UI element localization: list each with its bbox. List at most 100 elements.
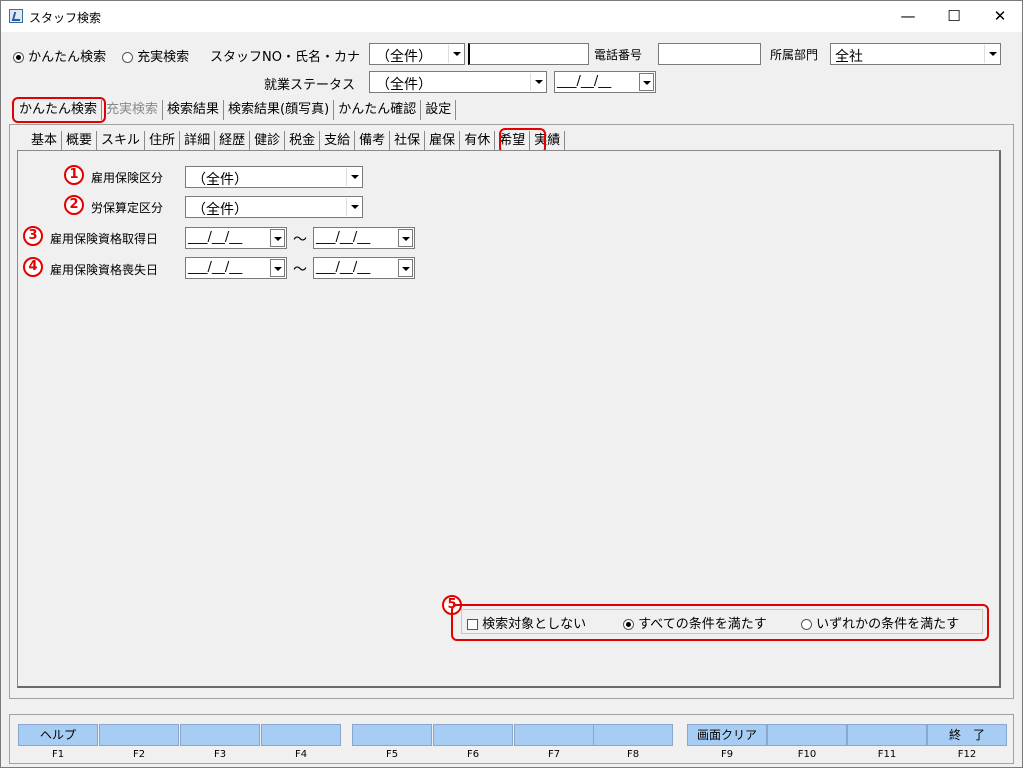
chevron-down-icon [639,73,654,91]
f1-key-label: F1 [51,749,65,760]
subtab-health[interactable]: 健診 [250,131,286,151]
full-mode-label: 充実検索 [137,50,190,65]
sub-tab-bar: 基本 概要 スキル 住所 詳細 経歴 健診 税金 支給 備考 社保 雇保 有休 … [27,131,566,151]
acquire-date-to[interactable]: ___/__/__ [313,227,415,249]
full-mode-radio[interactable]: 充実検索 [122,46,189,65]
chevron-down-icon [398,259,413,277]
minimize-button[interactable]: — [885,1,931,32]
f12-exit-button[interactable]: 終 了 [927,724,1007,746]
marker-3: 3 [23,226,43,246]
match-any-label: いずれかの条件を満たす [816,617,960,632]
dept-select[interactable]: 全社 [830,43,1001,65]
maximize-button[interactable]: ☐ [931,1,977,32]
match-any-radio[interactable]: いずれかの条件を満たす [801,613,959,632]
status-label: 就業ステータス [264,78,356,93]
marker-2: 2 [64,195,84,215]
subtab-paid-leave[interactable]: 有休 [460,131,496,151]
phone-input[interactable] [658,43,761,65]
chevron-down-icon [448,45,463,63]
labor-calc-type-select[interactable]: （全件） [185,196,363,218]
f9-clear-button[interactable]: 画面クリア [687,724,767,746]
f7-key-label: F7 [547,749,561,760]
subtab-basic[interactable]: 基本 [27,131,63,151]
field-2-value: （全件） [192,202,248,218]
chevron-down-icon [346,198,361,216]
staff-type-value: （全件） [376,49,432,65]
f4-button[interactable] [261,724,341,746]
subtab-overview[interactable]: 概要 [62,131,98,151]
radio-on-icon [623,619,634,630]
exclude-checkbox[interactable]: 検索対象としない [467,613,586,632]
subtab-social-insurance[interactable]: 社保 [390,131,426,151]
f11-key-label: F11 [877,749,897,760]
loss-date-to-value: ___/__/__ [316,260,371,275]
subtab-address[interactable]: 住所 [145,131,181,151]
loss-date-to[interactable]: ___/__/__ [313,257,415,279]
match-all-radio[interactable]: すべての条件を満たす [623,613,767,632]
f8-key-label: F8 [626,749,640,760]
acquire-date-from-value: ___/__/__ [188,230,243,245]
chevron-down-icon [984,45,999,63]
exclude-label: 検索対象としない [482,617,587,632]
tab-results[interactable]: 検索結果 [163,100,225,120]
tab-full-search[interactable]: 充実検索 [102,100,164,120]
f2-key-label: F2 [132,749,146,760]
field-2-label: 労保算定区分 [91,201,164,215]
checkbox-icon [467,619,478,630]
chevron-down-icon [398,229,413,247]
f3-key-label: F3 [213,749,227,760]
f2-button[interactable] [99,724,179,746]
chevron-down-icon [346,168,361,186]
subtab-skill[interactable]: スキル [97,131,146,151]
match-all-label: すべての条件を満たす [638,617,767,632]
subtab-tax[interactable]: 税金 [285,131,321,151]
tab-simple-check[interactable]: かんたん確認 [334,100,422,120]
app-icon [9,9,23,23]
subtab-payment[interactable]: 支給 [320,131,356,151]
field-1-label: 雇用保険区分 [91,171,164,185]
acquire-date-to-value: ___/__/__ [316,230,371,245]
title-bar: スタッフ検索 — ☐ ✕ [1,1,1022,32]
field-1-value: （全件） [192,172,248,188]
f11-button[interactable] [847,724,927,746]
status-date-picker[interactable]: ___/__/__ [554,71,656,93]
f10-button[interactable] [767,724,847,746]
subtab-career[interactable]: 経歴 [215,131,251,151]
highlight-main-tab [12,97,106,123]
loss-date-from-value: ___/__/__ [188,260,243,275]
range-tilde: ～ [293,262,307,278]
f5-button[interactable] [352,724,432,746]
status-value: （全件） [376,77,432,93]
range-tilde: ～ [293,232,307,248]
subtab-detail[interactable]: 詳細 [180,131,216,151]
f10-key-label: F10 [797,749,817,760]
simple-mode-radio[interactable]: かんたん検索 [13,46,106,65]
f7-button[interactable] [514,724,594,746]
f1-help-button[interactable]: ヘルプ [18,724,98,746]
staff-label: スタッフNO・氏名・カナ [210,50,360,65]
staff-type-select[interactable]: （全件） [369,43,465,65]
radio-on-icon [13,52,24,63]
marker-4: 4 [23,257,43,277]
close-button[interactable]: ✕ [977,1,1023,32]
employment-insurance-type-select[interactable]: （全件） [185,166,363,188]
dept-value: 全社 [835,49,863,65]
staff-search-input[interactable] [468,43,589,65]
status-date-value: ___/__/__ [557,74,612,89]
status-select[interactable]: （全件） [369,71,547,93]
f3-button[interactable] [180,724,260,746]
tab-results-photo[interactable]: 検索結果(顔写真) [224,100,335,120]
f8-button[interactable] [593,724,673,746]
acquire-date-from[interactable]: ___/__/__ [185,227,287,249]
subtab-remarks[interactable]: 備考 [355,131,391,151]
subtab-employment-insurance[interactable]: 雇保 [425,131,461,151]
loss-date-from[interactable]: ___/__/__ [185,257,287,279]
radio-off-icon [122,52,133,63]
f12-key-label: F12 [957,749,977,760]
tab-settings[interactable]: 設定 [421,100,457,120]
app-window: スタッフ検索 — ☐ ✕ かんたん検索 充実検索 スタッフNO・氏名・カナ （全… [0,0,1023,768]
f4-key-label: F4 [294,749,308,760]
window-title: スタッフ検索 [29,11,102,25]
f6-button[interactable] [433,724,513,746]
simple-mode-label: かんたん検索 [28,50,107,65]
